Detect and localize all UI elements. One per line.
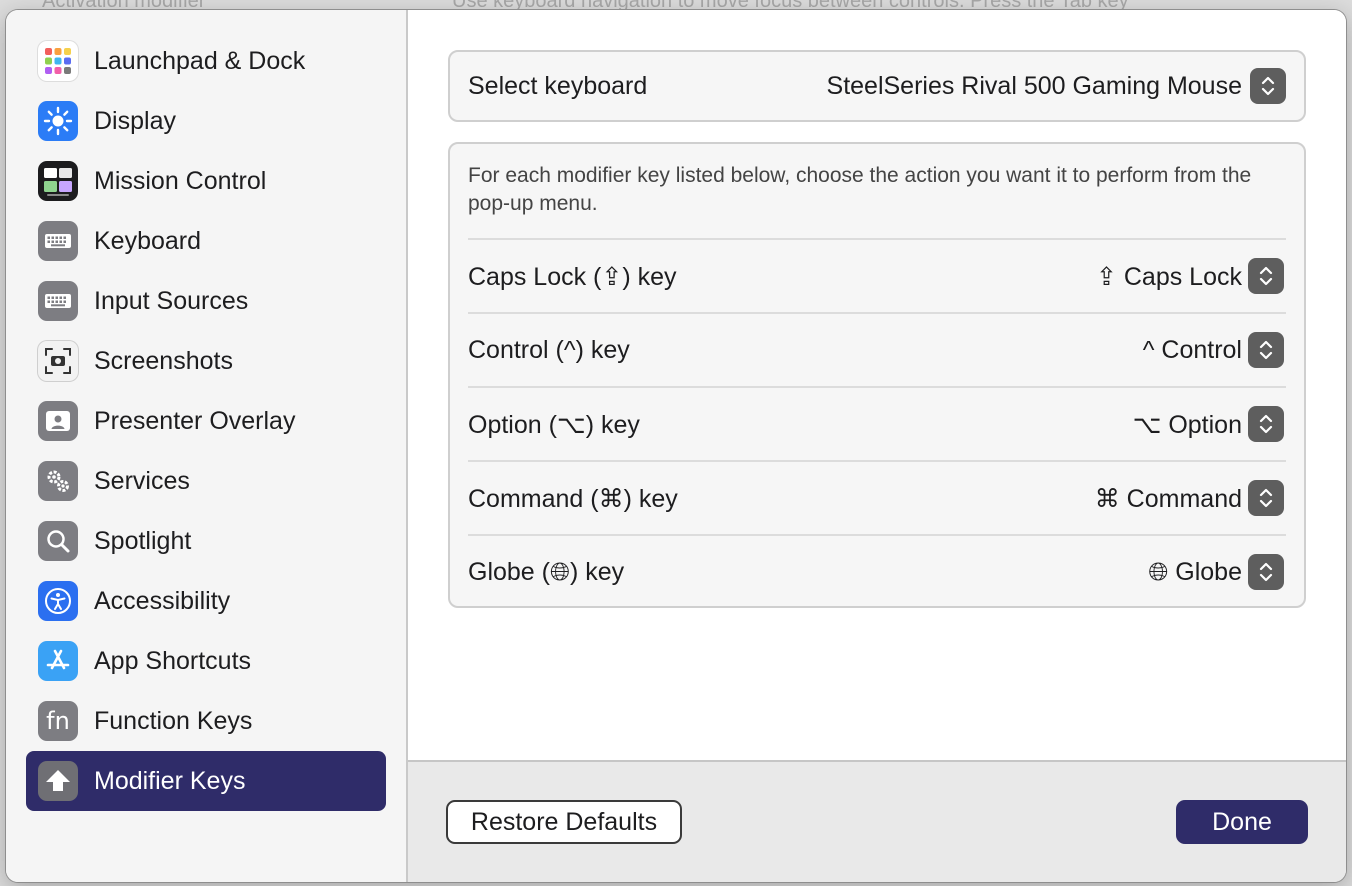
select-keyboard-row: Select keyboard SteelSeries Rival 500 Ga… (448, 50, 1306, 122)
function-keys-icon: fn (38, 701, 78, 741)
modifier-keys-group: For each modifier key listed below, choo… (448, 142, 1306, 608)
main-panel: Select keyboard SteelSeries Rival 500 Ga… (408, 10, 1346, 760)
chevron-up-down-icon (1259, 266, 1273, 286)
modifier-label: Control (^) key (468, 336, 630, 364)
launchpad-icon (38, 41, 78, 81)
sidebar-item-function-keys[interactable]: fn Function Keys (26, 691, 386, 751)
input-sources-icon (38, 281, 78, 321)
sidebar-item-launchpad-dock[interactable]: Launchpad & Dock (26, 31, 386, 91)
sidebar-item-display[interactable]: Display (26, 91, 386, 151)
sidebar-item-label: Services (94, 466, 190, 495)
app-shortcuts-icon (38, 641, 78, 681)
restore-defaults-button[interactable]: Restore Defaults (446, 800, 682, 844)
services-icon (38, 461, 78, 501)
modifier-row-caps-lock: Caps Lock (⇪) key ⇪ Caps Lock (468, 238, 1286, 312)
modifier-value[interactable]: ⌘ Command (1095, 484, 1242, 514)
chevron-up-down-icon (1259, 340, 1273, 360)
display-icon (38, 101, 78, 141)
presenter-overlay-icon (38, 401, 78, 441)
caps-lock-popup-button[interactable] (1248, 258, 1284, 294)
sidebar-item-label: App Shortcuts (94, 646, 252, 675)
select-keyboard-label: Select keyboard (468, 72, 648, 100)
keyboard-icon (38, 221, 78, 261)
sidebar-item-keyboard[interactable]: Keyboard (26, 211, 386, 271)
done-button[interactable]: Done (1176, 800, 1308, 844)
screenshots-icon (38, 341, 78, 381)
select-keyboard-popup-button[interactable] (1250, 68, 1286, 104)
sidebar-item-app-shortcuts[interactable]: App Shortcuts (26, 631, 386, 691)
modifier-label: Option (⌥) key (468, 411, 640, 439)
accessibility-icon (38, 581, 78, 621)
sidebar-item-input-sources[interactable]: Input Sources (26, 271, 386, 331)
sidebar-item-label: Screenshots (94, 346, 233, 375)
modifier-value[interactable]: 🌐︎ Globe (1148, 558, 1242, 587)
chevron-up-down-icon (1259, 414, 1273, 434)
modifier-label: Command (⌘) key (468, 485, 678, 513)
modifier-row-control: Control (^) key ^ Control (468, 312, 1286, 386)
sidebar-item-label: Display (94, 106, 176, 135)
globe-popup-button[interactable] (1248, 554, 1284, 590)
sidebar-item-label: Accessibility (94, 586, 231, 615)
sidebar-item-label: Spotlight (94, 526, 192, 555)
sidebar-item-label: Keyboard (94, 226, 202, 255)
sidebar-item-label: Function Keys (94, 706, 253, 735)
footer-bar: Restore Defaults Done (408, 760, 1346, 882)
sidebar: Launchpad & Dock Display Mission Control… (6, 10, 408, 882)
sidebar-item-screenshots[interactable]: Screenshots (26, 331, 386, 391)
modifier-row-globe: Globe (🌐︎) key 🌐︎ Globe (468, 534, 1286, 608)
sidebar-item-services[interactable]: Services (26, 451, 386, 511)
modifier-label: Caps Lock (⇪) key (468, 263, 677, 291)
modifier-row-command: Command (⌘) key ⌘ Command (468, 460, 1286, 534)
sidebar-item-accessibility[interactable]: Accessibility (26, 571, 386, 631)
chevron-up-down-icon (1259, 562, 1273, 582)
control-popup-button[interactable] (1248, 332, 1284, 368)
modifier-value[interactable]: ^ Control (1143, 336, 1242, 365)
mission-control-icon (38, 161, 78, 201)
sidebar-item-modifier-keys[interactable]: Modifier Keys (26, 751, 386, 811)
modifier-label: Globe (🌐︎) key (468, 558, 625, 586)
sidebar-item-label: Mission Control (94, 166, 267, 195)
spotlight-icon (38, 521, 78, 561)
sidebar-item-spotlight[interactable]: Spotlight (26, 511, 386, 571)
chevron-up-down-icon (1259, 488, 1273, 508)
modifier-keys-icon (38, 761, 78, 801)
sidebar-item-label: Modifier Keys (94, 766, 246, 795)
sidebar-item-presenter-overlay[interactable]: Presenter Overlay (26, 391, 386, 451)
command-popup-button[interactable] (1248, 480, 1284, 516)
modifier-description: For each modifier key listed below, choo… (468, 164, 1252, 215)
modifier-row-option: Option (⌥) key ⌥ Option (468, 386, 1286, 460)
modifier-value[interactable]: ⌥ Option (1133, 410, 1242, 440)
modifier-value[interactable]: ⇪ Caps Lock (1096, 262, 1242, 292)
sidebar-item-label: Input Sources (94, 286, 249, 315)
option-popup-button[interactable] (1248, 406, 1284, 442)
sidebar-item-label: Launchpad & Dock (94, 46, 306, 75)
sidebar-item-mission-control[interactable]: Mission Control (26, 151, 386, 211)
modifier-keys-sheet: Launchpad & Dock Display Mission Control… (6, 10, 1346, 882)
chevron-up-down-icon (1261, 76, 1275, 96)
select-keyboard-value[interactable]: SteelSeries Rival 500 Gaming Mouse (827, 72, 1242, 101)
sidebar-item-label: Presenter Overlay (94, 406, 296, 435)
